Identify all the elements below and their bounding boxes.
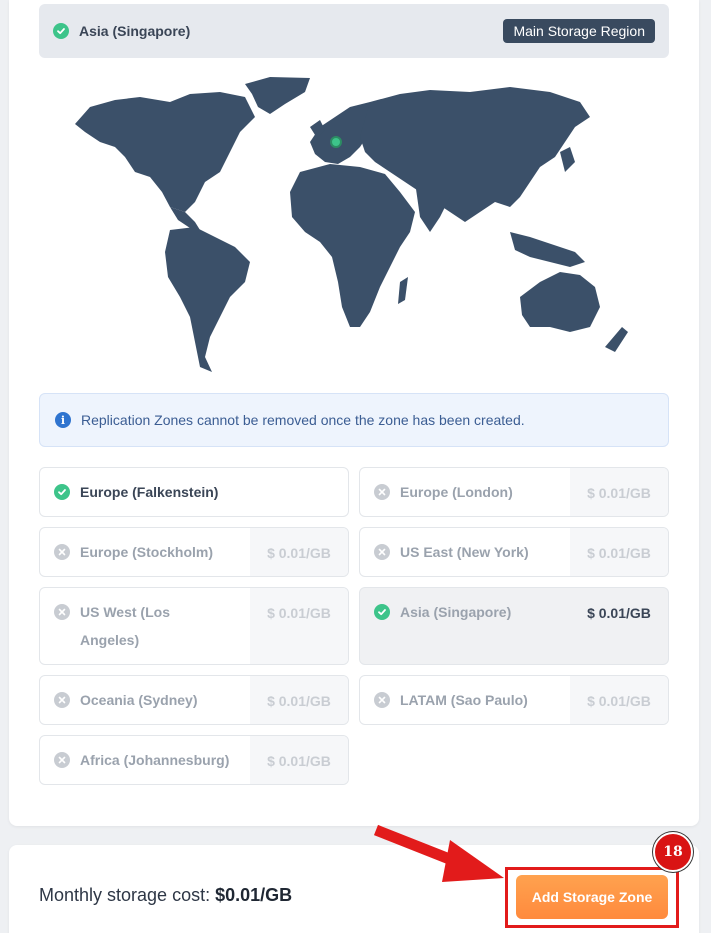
zone-price: $ 0.01/GB (570, 468, 668, 516)
info-icon: i (55, 412, 71, 428)
zone-label: US East (New York) (400, 544, 529, 560)
world-map (75, 77, 628, 372)
south-america-shape (165, 227, 250, 372)
zone-label: Europe (Falkenstein) (80, 484, 219, 500)
zone-us-east-new-york[interactable]: US East (New York) $ 0.01/GB (359, 527, 669, 577)
north-america-shape (75, 92, 255, 212)
check-circle-icon (374, 604, 390, 620)
check-circle-icon (54, 484, 70, 500)
zone-price: $ 0.01/GB (587, 605, 651, 621)
main-region-name: Asia (Singapore) (79, 23, 191, 39)
x-circle-icon (54, 544, 70, 560)
zone-europe-london[interactable]: Europe (London) $ 0.01/GB (359, 467, 669, 517)
zone-oceania-sydney[interactable]: Oceania (Sydney) $ 0.01/GB (39, 675, 349, 725)
monthly-storage-cost: Monthly storage cost: $0.01/GB (39, 885, 292, 906)
australia-shape (520, 272, 600, 332)
zone-price: $ 0.01/GB (250, 736, 348, 784)
zone-label: US West (Los Angeles) (80, 604, 170, 648)
zone-label: Africa (Johannesburg) (80, 752, 230, 768)
madagascar-shape (398, 277, 408, 304)
zone-europe-stockholm[interactable]: Europe (Stockholm) $ 0.01/GB (39, 527, 349, 577)
zone-price: $ 0.01/GB (250, 528, 348, 576)
zone-price: $ 0.01/GB (250, 676, 348, 724)
main-region-row: Asia (Singapore) Main Storage Region (39, 4, 669, 58)
japan-shape (560, 147, 575, 172)
annotation-highlight-box (505, 867, 679, 928)
zone-price: $ 0.01/GB (570, 528, 668, 576)
africa-shape (290, 164, 415, 327)
zone-label: Europe (Stockholm) (80, 544, 214, 560)
zone-label: Asia (Singapore) (400, 604, 512, 620)
info-alert-text: Replication Zones cannot be removed once… (81, 412, 525, 428)
x-circle-icon (54, 752, 70, 768)
cost-label: Monthly storage cost: (39, 885, 211, 905)
x-circle-icon (54, 604, 70, 620)
cost-value: $0.01/GB (215, 885, 293, 905)
x-circle-icon (54, 692, 70, 708)
main-storage-region-badge: Main Storage Region (503, 19, 655, 43)
zone-label: Europe (London) (400, 484, 513, 500)
zone-label: Oceania (Sydney) (80, 692, 198, 708)
zone-us-west-los-angeles[interactable]: US West (Los Angeles) $ 0.01/GB (39, 587, 349, 665)
step-number-badge: 18 (653, 832, 693, 872)
zone-africa-johannesburg[interactable]: Africa (Johannesburg) $ 0.01/GB (39, 735, 349, 785)
zone-latam-sao-paulo[interactable]: LATAM (Sao Paulo) $ 0.01/GB (359, 675, 669, 725)
greenland-shape (245, 77, 310, 114)
selected-region-marker (330, 136, 342, 148)
x-circle-icon (374, 484, 390, 500)
southeast-asia-islands-shape (510, 232, 585, 267)
zone-asia-singapore[interactable]: Asia (Singapore) $ 0.01/GB (359, 587, 669, 665)
zone-price: $ 0.01/GB (250, 588, 348, 664)
annotation-arrow-icon (373, 824, 504, 882)
x-circle-icon (374, 692, 390, 708)
x-circle-icon (374, 544, 390, 560)
info-alert: i Replication Zones cannot be removed on… (39, 393, 669, 447)
zone-label: LATAM (Sao Paulo) (400, 692, 528, 708)
zone-price: $ 0.01/GB (570, 676, 668, 724)
new-zealand-shape (605, 327, 628, 352)
zone-europe-falkenstein[interactable]: Europe (Falkenstein) (39, 467, 349, 517)
india-shape (415, 182, 450, 232)
check-circle-icon (53, 23, 69, 39)
